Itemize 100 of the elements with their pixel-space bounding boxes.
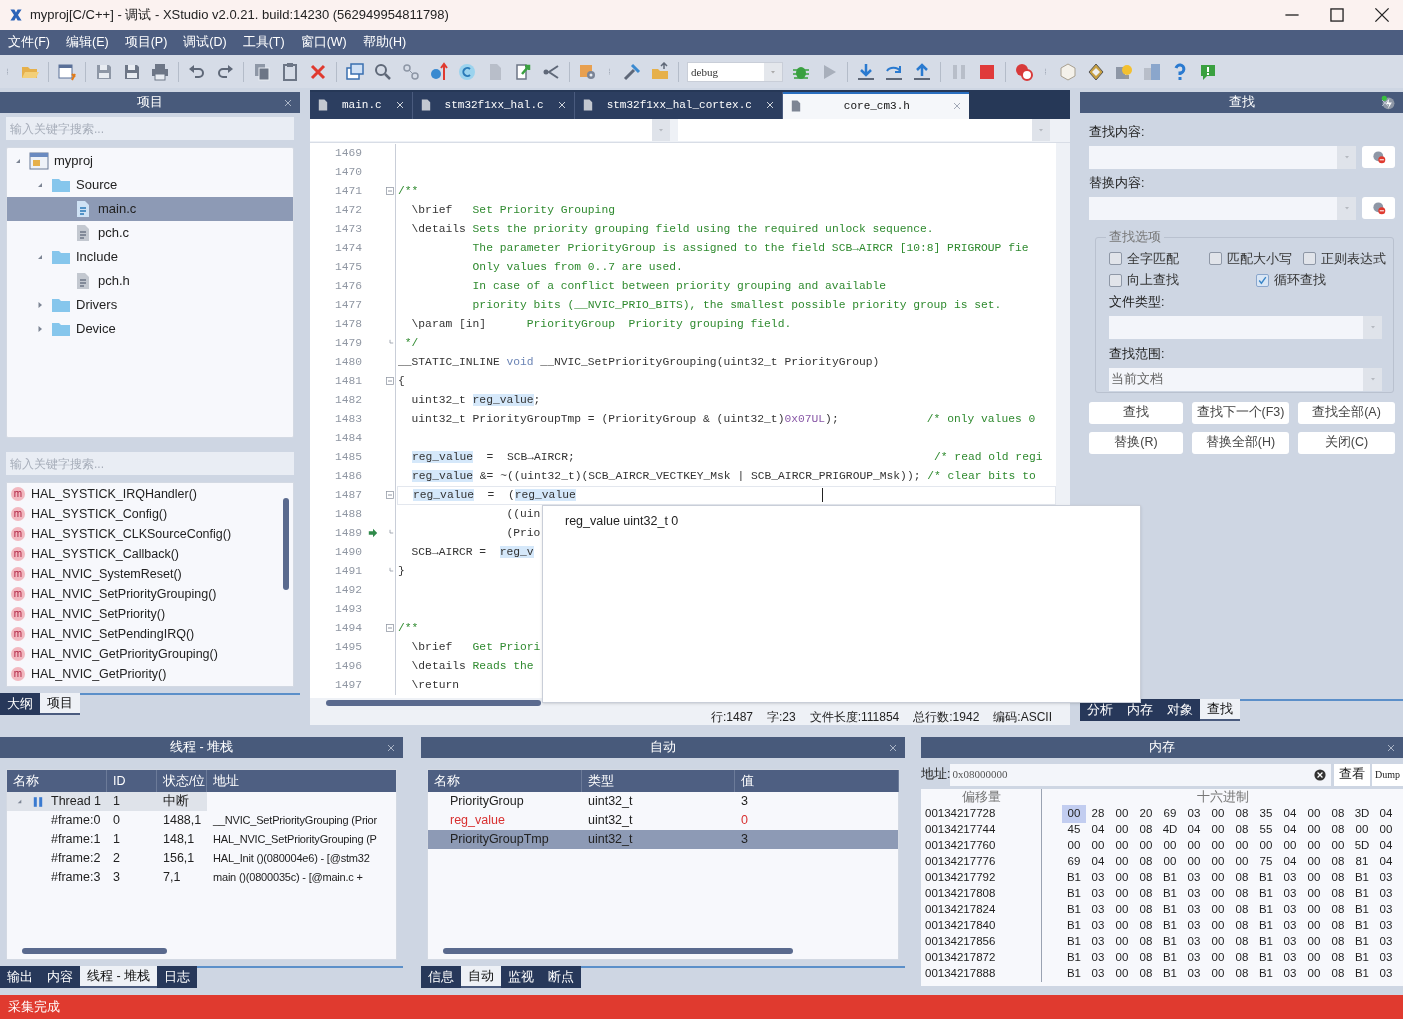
tree-item[interactable]: Include — [7, 245, 293, 269]
symbol-name: HAL_SYSTICK_CLKSourceConfig() — [31, 525, 232, 543]
tree-item[interactable]: pch.c — [7, 221, 293, 245]
line-number: 1477 — [333, 297, 362, 313]
panel-tab[interactable]: 监视 — [501, 966, 541, 988]
fold-toggle-icon[interactable] — [384, 376, 395, 387]
editor-tab[interactable]: stm32f1xx_hal.c — [412, 91, 575, 119]
folder-up-icon[interactable] — [650, 61, 670, 82]
cube-icon[interactable] — [1058, 61, 1078, 82]
step-into-icon[interactable] — [856, 61, 876, 82]
menu-item[interactable]: 文件(F) — [8, 33, 50, 52]
tree-item[interactable]: Drivers — [7, 293, 293, 317]
fold-toggle-icon[interactable] — [384, 186, 395, 197]
editor-tab[interactable]: core_cm3.h — [782, 91, 969, 119]
new-window-icon[interactable] — [57, 61, 77, 82]
configuration-dropdown[interactable]: debug — [687, 61, 783, 82]
scrollbar-thumb[interactable] — [22, 948, 167, 954]
scope-dropdown[interactable]: 当前文档 — [1109, 367, 1382, 391]
line-number: 1479 — [333, 335, 362, 351]
paste-icon[interactable] — [280, 61, 300, 82]
panel-tab[interactable]: 对象 — [1160, 699, 1200, 721]
find-panel-button[interactable]: 关闭(C) — [1298, 431, 1395, 454]
panel-tab[interactable]: 信息 — [421, 966, 461, 988]
memory-byte: 00 — [1306, 902, 1322, 918]
collapse-arrow-icon[interactable] — [15, 797, 24, 806]
find-panel-button[interactable]: 查找全部(A) — [1298, 401, 1395, 424]
memory-byte: 03 — [1282, 870, 1298, 886]
circle-icon[interactable] — [457, 61, 477, 82]
clear-history-button[interactable] — [1362, 197, 1395, 219]
find-panel-button[interactable]: 查找 — [1089, 401, 1183, 424]
panel-tab[interactable]: 输出 — [0, 966, 40, 988]
table-cell-text: uint32_t — [587, 793, 634, 811]
tree-item[interactable]: Source — [7, 173, 293, 197]
editor-tab[interactable]: main.c — [310, 91, 413, 119]
panel-tab[interactable]: 内存 — [1120, 699, 1160, 721]
panel-tab[interactable]: 日志 — [157, 966, 198, 988]
breakpoint-icon[interactable] — [1014, 61, 1034, 82]
tree-item[interactable]: myproj — [7, 149, 293, 173]
find-panel-button[interactable]: 替换全部(H) — [1192, 431, 1289, 454]
menu-item[interactable]: 编辑(E) — [65, 33, 109, 52]
method-badge: m — [11, 527, 25, 541]
option-checkbox[interactable]: 循环查找 — [1256, 271, 1326, 290]
address-field[interactable]: 0x08000000 — [950, 763, 1331, 786]
replace-field[interactable] — [1089, 196, 1356, 220]
copy-icon[interactable] — [252, 61, 272, 82]
fold-toggle-icon[interactable] — [384, 623, 395, 634]
option-checkbox[interactable]: 全字匹配 — [1109, 249, 1179, 269]
view-button[interactable]: 查看 — [1334, 763, 1370, 786]
memory-byte: B1 — [1353, 902, 1371, 918]
dump-button[interactable]: Dump — [1372, 763, 1403, 786]
option-checkbox[interactable]: 向上查找 — [1109, 271, 1179, 290]
search-field[interactable]: 输入关键字搜索... — [6, 452, 294, 475]
menu-item[interactable]: 窗口(W) — [300, 33, 347, 52]
memory-byte: B1 — [1161, 934, 1179, 950]
panel-tab[interactable]: 大纲 — [0, 693, 40, 715]
find-field[interactable] — [1089, 145, 1356, 169]
tree-item[interactable]: pch.h — [7, 269, 293, 293]
panel-tab[interactable]: 项目 — [40, 693, 80, 715]
export-icon[interactable] — [513, 61, 533, 82]
memory-byte: 04 — [1186, 822, 1202, 838]
menu-item[interactable]: 项目(P) — [124, 33, 168, 52]
step-out-icon[interactable] — [912, 61, 932, 82]
search-field[interactable]: 输入关键字搜索... — [6, 117, 294, 140]
find-panel-button[interactable]: 查找下一个(F3) — [1192, 401, 1289, 424]
windows-icon[interactable] — [1142, 61, 1162, 82]
menu-item[interactable]: 调试(D) — [183, 33, 227, 52]
tools-icon[interactable] — [622, 61, 642, 82]
window-icon[interactable] — [345, 61, 365, 82]
scrollbar-thumb[interactable] — [326, 700, 541, 707]
editor-tab[interactable]: stm32f1xx_hal_cortex.c — [574, 91, 783, 119]
link-icon[interactable] — [401, 61, 421, 82]
panel-tab[interactable]: 断点 — [541, 966, 581, 988]
memory-byte: B1 — [1353, 966, 1371, 982]
find-panel-button[interactable]: 替换(R) — [1089, 431, 1183, 454]
memory-byte: 00 — [1306, 806, 1322, 822]
tree-item[interactable]: Device — [7, 317, 293, 341]
clear-icon[interactable] — [1313, 767, 1327, 782]
option-checkbox[interactable]: 匹配大小写 — [1209, 249, 1292, 269]
code-line: ((uin — [505, 506, 541, 522]
menu-item[interactable]: 帮助(H) — [362, 33, 407, 52]
menu-item[interactable]: 工具(T) — [242, 33, 285, 52]
panel-tab[interactable]: 查找 — [1200, 699, 1240, 721]
memory-byte: 69 — [1162, 806, 1178, 822]
memory-byte: 00 — [1210, 934, 1226, 950]
panel-tab[interactable]: 自动 — [461, 966, 501, 988]
scrollbar-thumb[interactable] — [443, 948, 793, 954]
table-cell-text: 148,1 — [163, 831, 195, 849]
search-icon[interactable] — [373, 61, 393, 82]
package-icon[interactable] — [1086, 61, 1106, 82]
memory-byte: 00 — [1258, 838, 1274, 854]
print-icon[interactable] — [150, 61, 170, 82]
option-checkbox[interactable]: 正则表达式 — [1303, 249, 1386, 269]
circle-arrow-icon[interactable] — [429, 61, 449, 82]
scrollbar-thumb[interactable] — [283, 498, 289, 590]
tree-item[interactable]: main.c — [7, 197, 293, 221]
clear-history-button[interactable] — [1362, 146, 1395, 169]
memory-byte: 08 — [1330, 902, 1346, 918]
fold-toggle-icon[interactable] — [384, 490, 395, 501]
panel-tab[interactable]: 内容 — [40, 966, 80, 988]
panel-tab[interactable]: 线程 - 堆栈 — [80, 966, 158, 988]
